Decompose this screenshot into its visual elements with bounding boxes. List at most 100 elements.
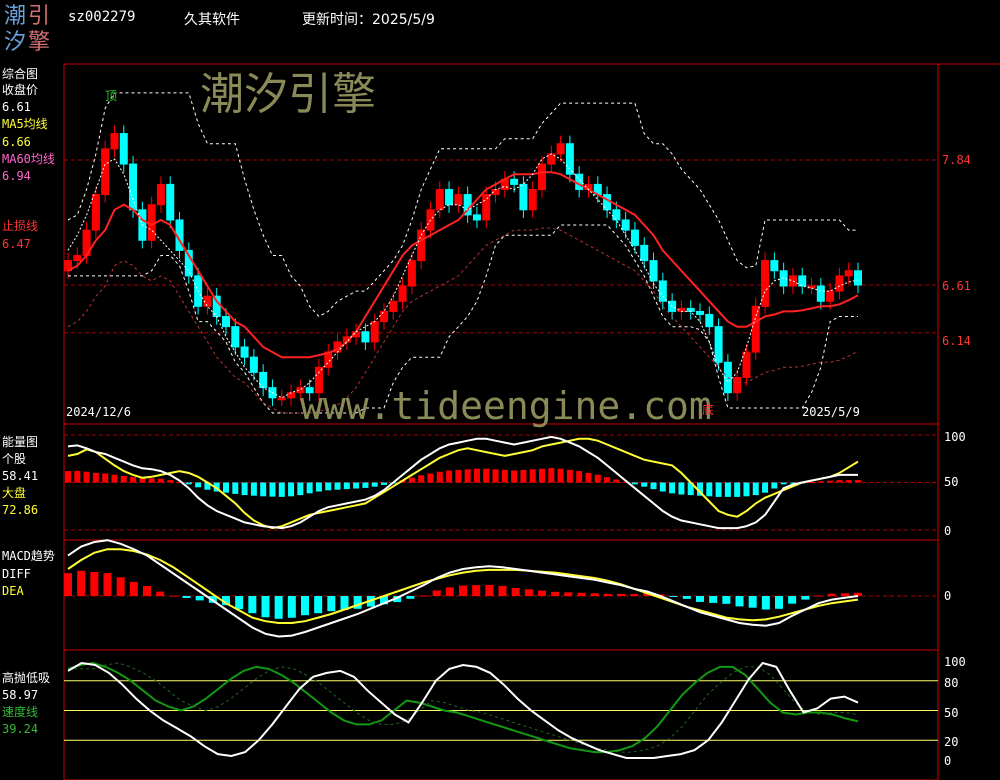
energy-bar: [241, 482, 248, 496]
macd-title: MACD趋势: [2, 549, 55, 563]
energy-bar: [734, 482, 741, 497]
candle-body: [770, 260, 779, 272]
macd-bar: [722, 596, 731, 604]
macd-bar: [485, 584, 494, 596]
price-tick: 7.84: [942, 153, 971, 167]
candle-body: [565, 143, 574, 175]
candle-body: [519, 183, 528, 211]
macd-bar: [472, 585, 481, 596]
candle-body: [556, 143, 565, 155]
candle-body: [156, 183, 165, 206]
energy-bar: [827, 480, 834, 483]
absorb-tick: 20: [944, 735, 959, 749]
energy-bar: [297, 482, 304, 496]
energy-bar: [167, 480, 174, 483]
speed-value: 39.24: [2, 722, 39, 736]
energy-bar: [576, 471, 583, 483]
energy-tick: 100: [944, 430, 966, 444]
macd-bar: [590, 593, 599, 596]
candle-body: [612, 209, 621, 221]
energy-bar: [631, 482, 638, 485]
energy-bar: [492, 469, 499, 483]
macd-bar: [761, 596, 770, 610]
candle-body: [854, 270, 862, 286]
speed-line: [67, 661, 859, 754]
energy-bar: [306, 482, 313, 494]
energy-bar: [604, 477, 611, 483]
candle-body: [696, 310, 704, 315]
candle-body: [761, 260, 770, 307]
candle-body: [203, 295, 212, 307]
candle-body: [231, 326, 240, 348]
energy-bar: [762, 482, 769, 493]
energy-bar: [539, 468, 545, 483]
energy-bar: [74, 470, 81, 483]
energy-bar: [260, 482, 267, 497]
macd-bar: [630, 594, 639, 596]
candle-body: [110, 133, 119, 150]
candle-body: [454, 194, 463, 206]
energy-bar: [65, 471, 71, 483]
macd-bar: [538, 590, 546, 596]
energy-bar: [669, 482, 676, 494]
energy-bar: [315, 482, 322, 492]
ma60-label: MA60均线: [2, 152, 55, 166]
macd-bar: [814, 595, 823, 597]
energy-bar: [780, 482, 787, 485]
candle-body: [398, 285, 407, 302]
candle-body: [658, 280, 667, 302]
energy-bar: [752, 482, 759, 496]
candle-body: [621, 219, 630, 231]
energy-bar: [520, 469, 527, 483]
energy-bar: [771, 482, 778, 489]
energy-market-label: 大盘: [2, 486, 27, 500]
absorb-tick: 0: [944, 754, 952, 768]
energy-bar: [473, 468, 480, 483]
energy-bar: [288, 482, 295, 497]
panel-frame: [63, 649, 939, 780]
energy-bar: [706, 482, 713, 497]
energy-bar: [120, 475, 127, 483]
energy-stock-label: 个股: [2, 452, 27, 466]
energy-bar: [594, 474, 601, 483]
candle-body: [742, 351, 751, 378]
energy-bar: [148, 478, 155, 483]
energy-bar: [130, 477, 137, 483]
energy-bar: [250, 482, 257, 496]
energy-bar: [836, 480, 843, 483]
candle-body: [435, 188, 444, 211]
candle-body: [538, 163, 546, 190]
macd-bar: [77, 570, 86, 596]
macd-bar: [419, 595, 428, 597]
bottom-marker: 底: [702, 403, 715, 417]
absorb-value: 58.97: [2, 688, 39, 702]
macd-bar: [696, 596, 704, 602]
energy-bar: [111, 474, 118, 483]
macd-bar: [314, 596, 323, 614]
candle-body: [370, 321, 379, 343]
macd-bar: [840, 593, 849, 596]
candle-body: [798, 275, 807, 287]
candle-body: [816, 285, 825, 302]
energy-bar: [334, 482, 341, 490]
energy-bar: [455, 469, 462, 483]
candle-body: [510, 178, 519, 185]
absorb-tick: 80: [944, 676, 959, 690]
macd-bar: [827, 593, 836, 596]
candle-body: [575, 173, 584, 190]
upper-band: [67, 92, 858, 318]
energy-bar: [650, 482, 657, 490]
macd-bar: [551, 591, 560, 596]
candle-body: [389, 300, 398, 312]
panel-frame: [63, 63, 939, 425]
energy-bar: [92, 472, 99, 483]
macd-bar: [301, 596, 309, 616]
main-title: 综合图: [2, 67, 39, 81]
energy-bar: [362, 482, 369, 488]
energy-bar: [715, 482, 722, 497]
candle-body: [119, 133, 128, 165]
macd-bar: [103, 573, 112, 596]
absorb-tick: 50: [944, 706, 959, 720]
macd-bar: [511, 588, 520, 596]
candle-body: [751, 305, 760, 353]
